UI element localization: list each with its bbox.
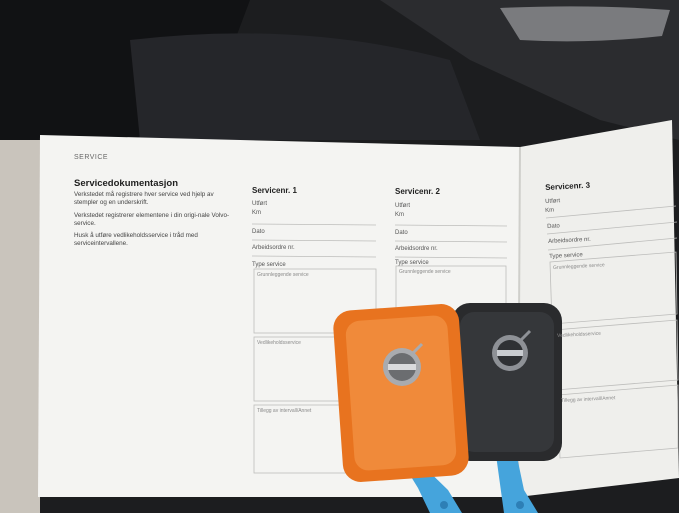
orange-key-fob (333, 304, 469, 482)
box-label: Vedlikeholdsservice (257, 340, 301, 346)
field-label: Arbeidsordre nr. (395, 246, 438, 252)
floor-left (0, 140, 40, 513)
field-label: Km (395, 212, 404, 218)
field-label: Type service (395, 260, 429, 266)
intro-paragraph-1: Verkstedet må registrere hver service ve… (74, 191, 214, 206)
field-label: Km (545, 207, 555, 214)
field-label: Dato (395, 230, 408, 236)
field-label: Arbeidsordre nr. (252, 245, 295, 251)
box-label: Grunnleggende service (257, 272, 309, 278)
strap-button (440, 501, 448, 509)
intro-paragraph-3: Husk å utføre vedlikeholdsservice i tråd… (74, 232, 198, 247)
field-label: Utført (252, 201, 267, 207)
field-label: Km (252, 210, 261, 216)
steering-chrome (500, 6, 670, 42)
column-2-heading: Servicenr. 2 (395, 187, 440, 196)
black-key-fob (452, 303, 562, 461)
field-label: Type service (252, 262, 286, 268)
field-label: Dato (252, 229, 265, 235)
field-label: Utført (395, 203, 410, 209)
page-title: Servicedokumentasjon (74, 178, 179, 189)
column-1-heading: Servicenr. 1 (252, 186, 297, 195)
field-label: Dato (547, 223, 560, 230)
box-label: Grunnleggende service (399, 269, 451, 275)
field-label: Utført (545, 198, 561, 205)
section-label: SERVICE (74, 154, 109, 161)
intro-paragraph-2: Verkstedet registrerer elementene i din … (74, 212, 230, 227)
strap-button (516, 501, 524, 509)
photo-scene: SERVICE Servicedokumentasjon Verkstedet … (0, 0, 679, 513)
box-label: Tillegg av intervall/Annet (257, 408, 312, 414)
